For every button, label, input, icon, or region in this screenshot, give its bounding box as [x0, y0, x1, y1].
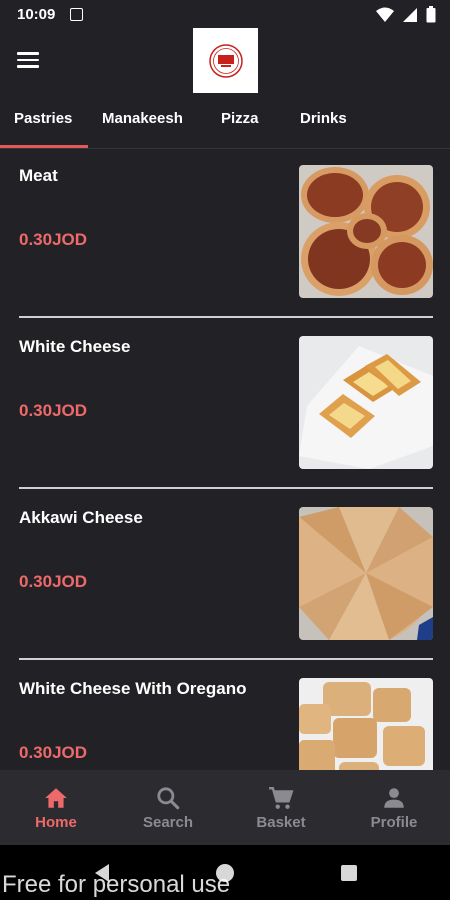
nav-basket-label: Basket — [256, 814, 306, 831]
nav-search[interactable]: Search — [112, 770, 224, 845]
app-header — [0, 28, 450, 100]
list-item[interactable]: Meat 0.30JOD — [0, 148, 450, 319]
list-item[interactable]: White Cheese With Oregano 0.30JOD — [0, 661, 450, 770]
tab-pizza[interactable]: Pizza — [221, 110, 259, 127]
recents-icon[interactable] — [340, 864, 358, 882]
list-item[interactable]: White Cheese 0.30JOD — [0, 319, 450, 490]
category-tabs: Pastries Manakeesh Pizza Drinks — [0, 100, 450, 149]
signal-icon — [403, 7, 417, 22]
nav-profile[interactable]: Profile — [338, 770, 450, 845]
home-icon — [45, 788, 67, 808]
item-divider — [19, 316, 433, 318]
notification-icon — [70, 8, 83, 21]
item-price: 0.30JOD — [19, 743, 88, 762]
meat-pastry-image[interactable] — [299, 165, 433, 298]
product-list[interactable]: Meat 0.30JOD White Cheese 0.30JOD Akkawi… — [0, 148, 450, 770]
oregano-cheese-pastry-image[interactable] — [299, 678, 433, 770]
white-cheese-pastry-image[interactable] — [299, 336, 433, 469]
menu-icon[interactable] — [17, 52, 39, 68]
nav-home[interactable]: Home — [0, 770, 112, 845]
restaurant-logo — [193, 28, 258, 93]
nav-search-label: Search — [142, 814, 194, 831]
cart-icon — [269, 787, 294, 809]
search-icon — [157, 787, 180, 810]
list-item[interactable]: Akkawi Cheese 0.30JOD — [0, 490, 450, 661]
item-name: White Cheese — [19, 337, 131, 356]
item-price: 0.30JOD — [19, 572, 88, 591]
item-name: White Cheese With Oregano — [19, 679, 247, 698]
status-bar: 10:09 — [0, 0, 450, 30]
profile-icon — [384, 788, 404, 808]
akkawi-cheese-pastry-image[interactable] — [299, 507, 433, 640]
wifi-icon — [376, 7, 394, 22]
status-time: 10:09 — [17, 6, 56, 23]
battery-icon — [426, 6, 436, 23]
item-price: 0.30JOD — [19, 401, 88, 420]
nav-basket[interactable]: Basket — [225, 770, 337, 845]
tab-manakeesh[interactable]: Manakeesh — [102, 110, 183, 127]
tab-drinks[interactable]: Drinks — [300, 110, 347, 127]
status-icons — [376, 6, 436, 23]
item-name: Meat — [19, 166, 58, 185]
item-divider — [19, 658, 433, 660]
system-navigation-bar: Free for personal use — [0, 845, 450, 900]
item-divider — [19, 487, 433, 489]
item-price: 0.30JOD — [19, 230, 88, 249]
bottom-navigation: Home Search Basket Profile — [0, 770, 450, 845]
watermark-text: Free for personal use — [2, 871, 231, 898]
nav-profile-label: Profile — [370, 814, 418, 831]
nav-home-label: Home — [35, 814, 77, 831]
tab-pastries[interactable]: Pastries — [14, 110, 72, 127]
item-name: Akkawi Cheese — [19, 508, 143, 527]
